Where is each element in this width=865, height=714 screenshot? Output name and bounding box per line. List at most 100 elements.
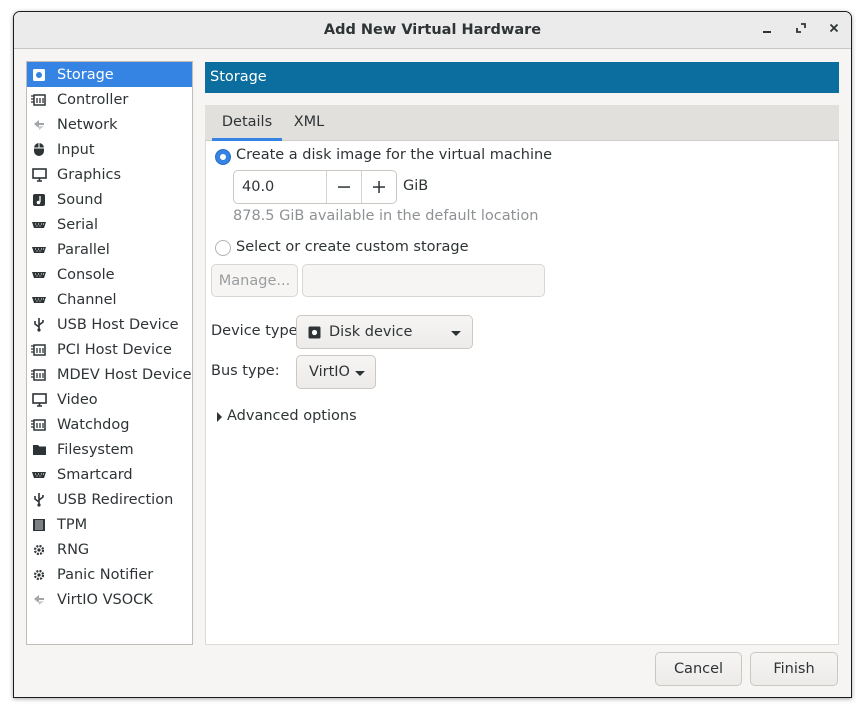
increase-size-button[interactable] xyxy=(361,171,396,203)
audio-icon xyxy=(31,192,47,208)
sidebar-item-smartcard[interactable]: Smartcard xyxy=(27,462,192,487)
sidebar-item-label: Input xyxy=(57,141,95,158)
tab-xml[interactable]: XML xyxy=(289,105,329,141)
custom-storage-path-field[interactable] xyxy=(302,264,545,297)
sidebar-item-controller[interactable]: Controller xyxy=(27,87,192,112)
size-unit-label: GiB xyxy=(403,178,429,194)
cancel-button[interactable]: Cancel xyxy=(655,652,742,686)
sidebar-item-usb-host-device[interactable]: USB Host Device xyxy=(27,312,192,337)
sidebar-item-serial[interactable]: Serial xyxy=(27,212,192,237)
tab-details[interactable]: Details xyxy=(212,105,282,141)
bus-type-dropdown[interactable]: VirtIO xyxy=(296,355,376,389)
sidebar-item-label: Controller xyxy=(57,91,129,108)
gear-icon xyxy=(31,567,47,583)
device-type-value: Disk device xyxy=(329,324,413,340)
expander-arrow-icon[interactable] xyxy=(217,412,222,422)
sidebar-item-pci-host-device[interactable]: PCI Host Device xyxy=(27,337,192,362)
sidebar-item-label: Filesystem xyxy=(57,441,134,458)
device-type-label: Device type: xyxy=(211,323,303,339)
advanced-options-expander[interactable]: Advanced options xyxy=(227,408,357,424)
create-disk-label: Create a disk image for the virtual mach… xyxy=(236,147,553,163)
sidebar-item-label: Serial xyxy=(57,216,99,233)
window-title: Add New Virtual Hardware xyxy=(323,22,542,38)
create-disk-radio[interactable] xyxy=(215,149,231,165)
decrease-size-button[interactable] xyxy=(326,171,361,203)
sidebar-item-console[interactable]: Console xyxy=(27,262,192,287)
monitor-icon xyxy=(31,167,47,183)
chip-icon xyxy=(31,342,47,358)
bus-type-value: VirtIO xyxy=(309,364,350,380)
sidebar-item-label: Sound xyxy=(57,191,103,208)
sidebar-item-label: Parallel xyxy=(57,241,110,258)
gear-icon xyxy=(31,542,47,558)
sidebar-item-parallel[interactable]: Parallel xyxy=(27,237,192,262)
custom-storage-label: Select or create custom storage xyxy=(236,239,469,255)
dialog-window: Add New Virtual Hardware Storage Control… xyxy=(13,11,852,698)
sidebar-item-virtio-vsock[interactable]: VirtIO VSOCK xyxy=(27,587,192,612)
sidebar-item-tpm[interactable]: TPM xyxy=(27,512,192,537)
device-type-dropdown[interactable]: Disk device xyxy=(296,315,473,349)
title-bar: Add New Virtual Hardware xyxy=(14,12,851,49)
page-title: Storage xyxy=(210,69,267,85)
usb-icon xyxy=(31,317,47,333)
sidebar-item-label: VirtIO VSOCK xyxy=(57,591,153,608)
serial-port-icon xyxy=(31,467,47,483)
sidebar-item-label: Graphics xyxy=(57,166,122,183)
sidebar-item-label: Storage xyxy=(57,66,114,83)
disk-icon xyxy=(31,67,47,83)
sidebar-item-network[interactable]: Network xyxy=(27,112,192,137)
page-title-bar: Storage xyxy=(205,62,839,93)
serial-port-icon xyxy=(31,242,47,258)
sidebar-item-label: Network xyxy=(57,116,118,133)
sidebar-item-sound[interactable]: Sound xyxy=(27,187,192,212)
sidebar-item-video[interactable]: Video xyxy=(27,387,192,412)
sidebar-item-label: Console xyxy=(57,266,115,283)
monitor-icon xyxy=(31,392,47,408)
mouse-icon xyxy=(31,142,47,158)
sidebar-item-label: MDEV Host Device xyxy=(57,366,192,383)
sidebar-item-input[interactable]: Input xyxy=(27,137,192,162)
sidebar-item-mdev-host-device[interactable]: MDEV Host Device xyxy=(27,362,192,387)
sidebar-item-label: PCI Host Device xyxy=(57,341,172,358)
minimize-icon[interactable] xyxy=(755,19,779,43)
serial-port-icon xyxy=(31,267,47,283)
network-icon xyxy=(31,117,47,133)
disk-size-spinbutton[interactable]: 40.0 xyxy=(233,170,397,204)
bus-type-label: Bus type: xyxy=(211,363,280,379)
sidebar-item-watchdog[interactable]: Watchdog xyxy=(27,412,192,437)
available-space-label: 878.5 GiB available in the default locat… xyxy=(233,208,539,224)
tab-bar: Details XML xyxy=(205,105,839,141)
minus-icon xyxy=(338,186,350,188)
sidebar-item-storage[interactable]: Storage xyxy=(27,62,192,87)
close-icon[interactable] xyxy=(822,19,846,43)
sidebar-item-channel[interactable]: Channel xyxy=(27,287,192,312)
finish-button[interactable]: Finish xyxy=(750,652,838,686)
sidebar-item-label: RNG xyxy=(57,541,90,558)
chip-icon xyxy=(31,92,47,108)
sidebar-item-label: USB Redirection xyxy=(57,491,174,508)
plus-icon xyxy=(373,181,385,193)
serial-port-icon xyxy=(31,292,47,308)
serial-port-icon xyxy=(31,217,47,233)
maximize-icon[interactable] xyxy=(789,19,813,43)
chevron-down-icon xyxy=(451,331,461,336)
sidebar-item-label: Watchdog xyxy=(57,416,130,433)
sidebar-item-usb-redirection[interactable]: USB Redirection xyxy=(27,487,192,512)
custom-storage-radio[interactable] xyxy=(215,240,231,256)
sidebar-item-graphics[interactable]: Graphics xyxy=(27,162,192,187)
chip-icon xyxy=(31,417,47,433)
sidebar-item-rng[interactable]: RNG xyxy=(27,537,192,562)
manage-button[interactable]: Manage... xyxy=(211,264,298,297)
disk-size-value[interactable]: 40.0 xyxy=(242,171,274,203)
sidebar-item-filesystem[interactable]: Filesystem xyxy=(27,437,192,462)
usb-icon xyxy=(31,492,47,508)
sidebar-item-label: Panic Notifier xyxy=(57,566,154,583)
tpm-chip-icon xyxy=(31,517,47,533)
sidebar-item-panic-notifier[interactable]: Panic Notifier xyxy=(27,562,192,587)
chevron-down-icon xyxy=(355,371,365,376)
sidebar-item-label: USB Host Device xyxy=(57,316,179,333)
sidebar-item-label: TPM xyxy=(57,516,88,533)
disk-icon xyxy=(308,326,321,339)
hardware-type-list: Storage Controller Network Input Graphic… xyxy=(26,61,193,645)
network-icon xyxy=(31,592,47,608)
